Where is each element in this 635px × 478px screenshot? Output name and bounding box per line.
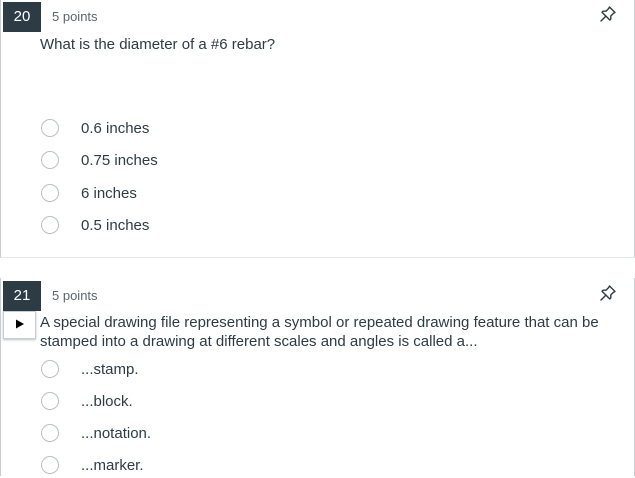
answer-option[interactable]: 0.5 inches bbox=[40, 216, 440, 238]
answer-label: 0.75 inches bbox=[81, 152, 158, 169]
answer-option[interactable]: 0.75 inches bbox=[40, 151, 440, 173]
answer-label: 6 inches bbox=[81, 185, 137, 202]
answer-option[interactable]: ...marker. bbox=[40, 456, 440, 478]
question-points: 5 points bbox=[52, 9, 98, 24]
radio-button[interactable] bbox=[41, 360, 59, 378]
radio-button[interactable] bbox=[41, 184, 59, 202]
question-number-badge: 20 bbox=[3, 2, 41, 32]
radio-button[interactable] bbox=[41, 456, 59, 474]
answer-label: ...block. bbox=[81, 393, 133, 410]
play-icon bbox=[15, 316, 25, 334]
answer-label: ...marker. bbox=[81, 457, 144, 474]
question-separator bbox=[0, 258, 635, 278]
answer-label: 0.6 inches bbox=[81, 120, 150, 137]
radio-button[interactable] bbox=[41, 392, 59, 410]
radio-button[interactable] bbox=[41, 424, 59, 442]
question-20: 20 5 points What is the diameter of a #6… bbox=[0, 0, 635, 258]
radio-button[interactable] bbox=[41, 216, 59, 234]
question-text: What is the diameter of a #6 rebar? bbox=[40, 36, 276, 53]
question-number-badge: 21 bbox=[3, 281, 41, 311]
question-text: A special drawing file representing a sy… bbox=[40, 314, 599, 350]
radio-button[interactable] bbox=[41, 151, 59, 169]
answer-label: 0.5 inches bbox=[81, 217, 150, 234]
pin-icon[interactable] bbox=[599, 5, 617, 23]
answer-option[interactable]: 0.6 inches bbox=[40, 119, 440, 141]
answer-option[interactable]: ...notation. bbox=[40, 424, 440, 446]
pin-icon[interactable] bbox=[599, 284, 617, 302]
answer-option[interactable]: 6 inches bbox=[40, 184, 440, 206]
question-points: 5 points bbox=[52, 288, 98, 303]
question-21: 21 5 points A special drawing file repre… bbox=[0, 278, 635, 476]
answer-option[interactable]: ...block. bbox=[40, 392, 440, 414]
play-audio-button[interactable] bbox=[3, 311, 36, 339]
radio-button[interactable] bbox=[41, 119, 59, 137]
answer-label: ...notation. bbox=[81, 425, 152, 442]
answer-label: ...stamp. bbox=[81, 361, 139, 378]
answer-option[interactable]: ...stamp. bbox=[40, 360, 440, 382]
